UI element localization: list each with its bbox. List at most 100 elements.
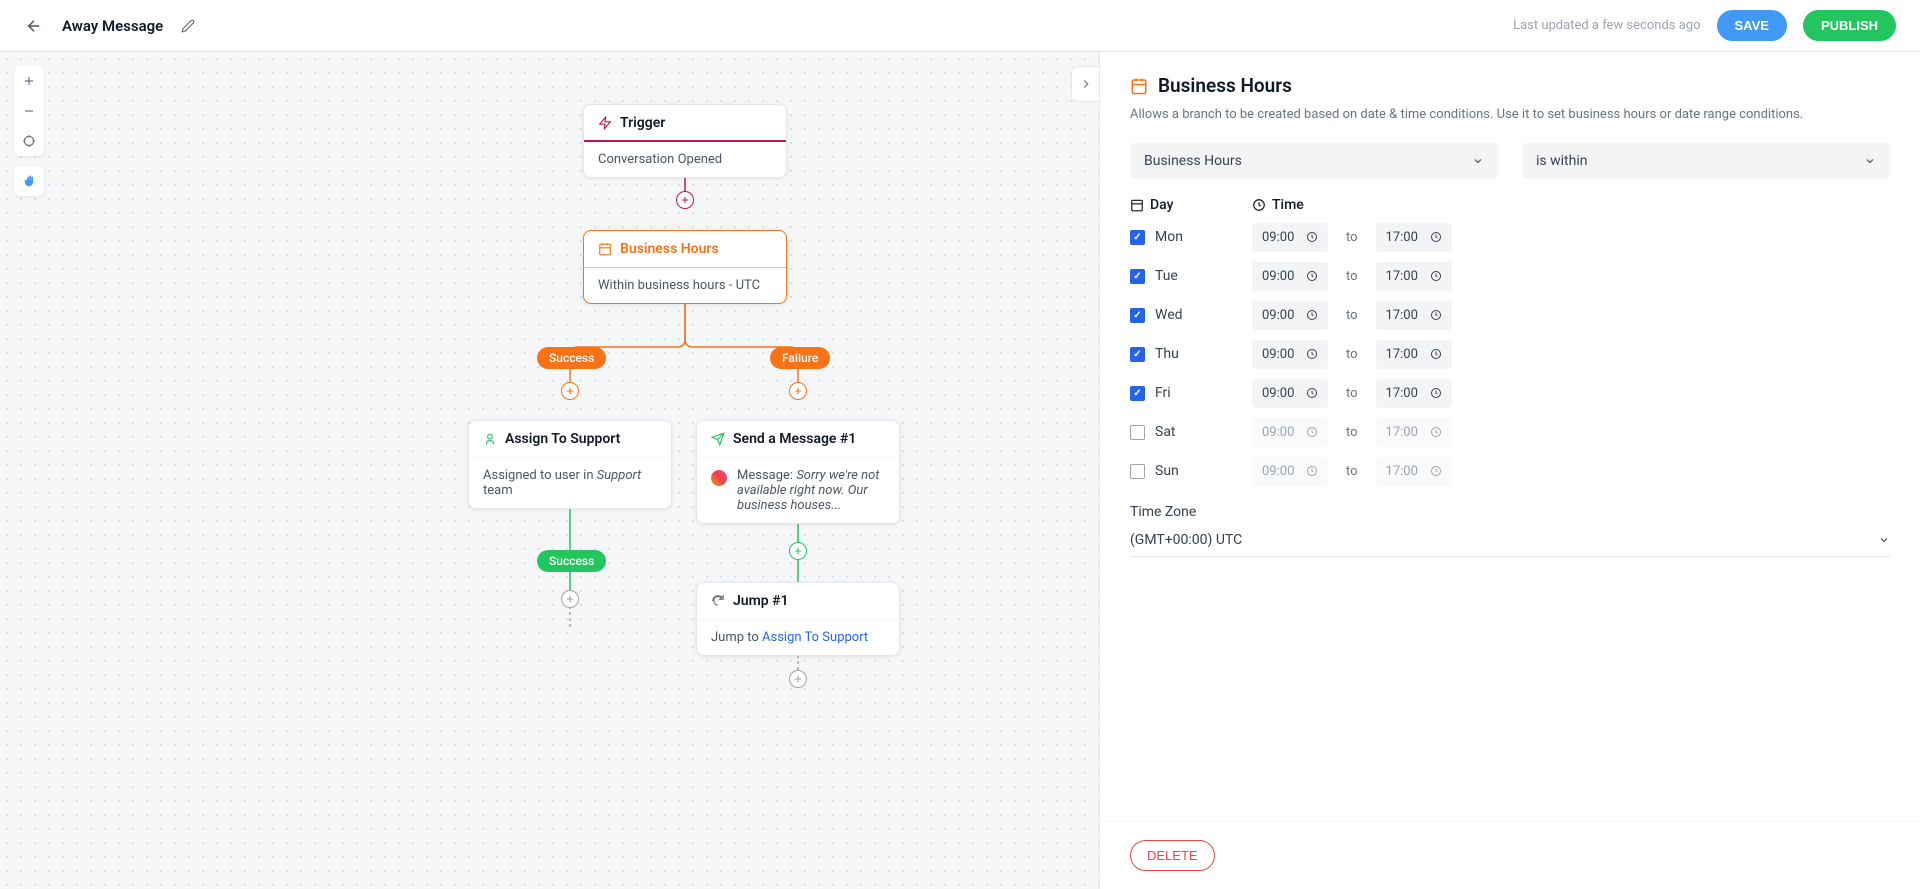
day-column-header: Day — [1130, 197, 1240, 213]
fit-view-button[interactable] — [14, 126, 44, 156]
clock-icon — [1430, 387, 1442, 399]
from-time-input[interactable]: 09:00 — [1252, 457, 1328, 486]
flow-title: Away Message — [62, 17, 163, 35]
success-badge: Success — [537, 347, 606, 369]
minus-icon — [22, 104, 36, 118]
node-body: Message: Sorry we're not available right… — [697, 457, 899, 523]
save-button[interactable]: SAVE — [1717, 10, 1787, 41]
node-body: Within business hours - UTC — [584, 268, 786, 303]
day-checkbox[interactable] — [1130, 425, 1145, 440]
to-time-input[interactable]: 17:00 — [1376, 223, 1452, 252]
from-time-input[interactable]: 09:00 — [1252, 223, 1328, 252]
day-row: Thu 09:00 to 17:00 — [1130, 340, 1890, 369]
from-time-input[interactable]: 09:00 — [1252, 301, 1328, 330]
add-node-button[interactable]: + — [789, 382, 807, 400]
day-row: Fri 09:00 to 17:00 — [1130, 379, 1890, 408]
clock-icon — [1306, 348, 1318, 360]
day-checkbox[interactable] — [1130, 464, 1145, 479]
to-label: to — [1340, 386, 1364, 401]
node-title: Send a Message #1 — [733, 431, 856, 447]
from-time-input[interactable]: 09:00 — [1252, 418, 1328, 447]
day-row: Sun 09:00 to 17:00 — [1130, 457, 1890, 486]
node-title: Trigger — [620, 115, 665, 131]
user-icon — [483, 432, 497, 446]
panel-description: Allows a branch to be created based on d… — [1100, 105, 1920, 143]
day-checkbox[interactable] — [1130, 269, 1145, 284]
timezone-select[interactable]: (GMT+00:00) UTC — [1130, 524, 1890, 557]
condition-operator-select[interactable]: is within — [1522, 143, 1890, 179]
clock-icon — [1306, 309, 1318, 321]
to-label: to — [1340, 425, 1364, 440]
to-time-input[interactable]: 17:00 — [1376, 457, 1452, 486]
send-message-node[interactable]: Send a Message #1 Message: Sorry we're n… — [696, 420, 900, 524]
to-label: to — [1340, 347, 1364, 362]
day-label: Sun — [1155, 463, 1179, 479]
chevron-right-icon — [1079, 77, 1093, 91]
day-checkbox[interactable] — [1130, 347, 1145, 362]
clock-icon — [1306, 465, 1318, 477]
from-time-input[interactable]: 09:00 — [1252, 379, 1328, 408]
day-checkbox[interactable] — [1130, 230, 1145, 245]
to-time-input[interactable]: 17:00 — [1376, 379, 1452, 408]
edit-title-button[interactable] — [181, 18, 197, 34]
day-checkbox[interactable] — [1130, 308, 1145, 323]
add-node-button[interactable]: + — [789, 670, 807, 688]
node-title: Business Hours — [620, 241, 719, 257]
clock-icon — [1430, 348, 1442, 360]
to-time-input[interactable]: 17:00 — [1376, 340, 1452, 369]
clock-icon — [1306, 426, 1318, 438]
back-button[interactable] — [24, 16, 44, 36]
day-row: Mon 09:00 to 17:00 — [1130, 223, 1890, 252]
crosshair-icon — [22, 134, 36, 148]
to-label: to — [1340, 464, 1364, 479]
flow-canvas[interactable]: + + + + + + Success Failure Success Trig… — [0, 52, 1099, 889]
to-label: to — [1340, 269, 1364, 284]
to-time-input[interactable]: 17:00 — [1376, 418, 1452, 447]
canvas-toolbar — [14, 66, 44, 206]
clock-icon — [1306, 387, 1318, 399]
day-label: Fri — [1155, 385, 1171, 401]
plus-icon — [22, 74, 36, 88]
add-node-button[interactable]: + — [561, 590, 579, 608]
trigger-node[interactable]: Trigger Conversation Opened — [583, 104, 787, 178]
last-updated-text: Last updated a few seconds ago — [1513, 18, 1700, 33]
success-badge: Success — [537, 550, 606, 572]
day-row: Tue 09:00 to 17:00 — [1130, 262, 1890, 291]
pan-tool-button[interactable] — [14, 166, 44, 196]
business-hours-node[interactable]: Business Hours Within business hours - U… — [583, 230, 787, 304]
panel-header: Business Hours — [1100, 52, 1920, 105]
node-body: Jump to Assign To Support — [697, 619, 899, 655]
send-icon — [711, 432, 725, 446]
to-time-input[interactable]: 17:00 — [1376, 262, 1452, 291]
node-title: Assign To Support — [505, 431, 620, 447]
bolt-icon — [598, 116, 612, 130]
publish-button[interactable]: PUBLISH — [1803, 10, 1896, 41]
assign-node[interactable]: Assign To Support Assigned to user in Su… — [468, 420, 672, 509]
add-node-button[interactable]: + — [789, 542, 807, 560]
jump-node[interactable]: Jump #1 Jump to Assign To Support — [696, 582, 900, 656]
day-checkbox[interactable] — [1130, 386, 1145, 401]
clock-icon — [1430, 465, 1442, 477]
day-label: Thu — [1155, 346, 1179, 362]
to-label: to — [1340, 230, 1364, 245]
app-header: Away Message Last updated a few seconds … — [0, 0, 1920, 52]
delete-button[interactable]: DELETE — [1130, 840, 1215, 871]
clock-icon — [1252, 198, 1266, 212]
zoom-out-button[interactable] — [14, 96, 44, 126]
from-time-input[interactable]: 09:00 — [1252, 340, 1328, 369]
zoom-in-button[interactable] — [14, 66, 44, 96]
node-title: Jump #1 — [733, 593, 789, 609]
collapse-panel-button[interactable] — [1071, 66, 1099, 102]
add-node-button[interactable]: + — [676, 191, 694, 209]
chevron-down-icon — [1878, 534, 1890, 546]
node-body: Conversation Opened — [584, 142, 786, 177]
clock-icon — [1430, 426, 1442, 438]
day-row: Sat 09:00 to 17:00 — [1130, 418, 1890, 447]
day-label: Mon — [1155, 229, 1183, 245]
to-time-input[interactable]: 17:00 — [1376, 301, 1452, 330]
condition-type-select[interactable]: Business Hours — [1130, 143, 1498, 179]
day-label: Tue — [1155, 268, 1178, 284]
add-node-button[interactable]: + — [561, 382, 579, 400]
panel-title: Business Hours — [1158, 74, 1292, 97]
from-time-input[interactable]: 09:00 — [1252, 262, 1328, 291]
